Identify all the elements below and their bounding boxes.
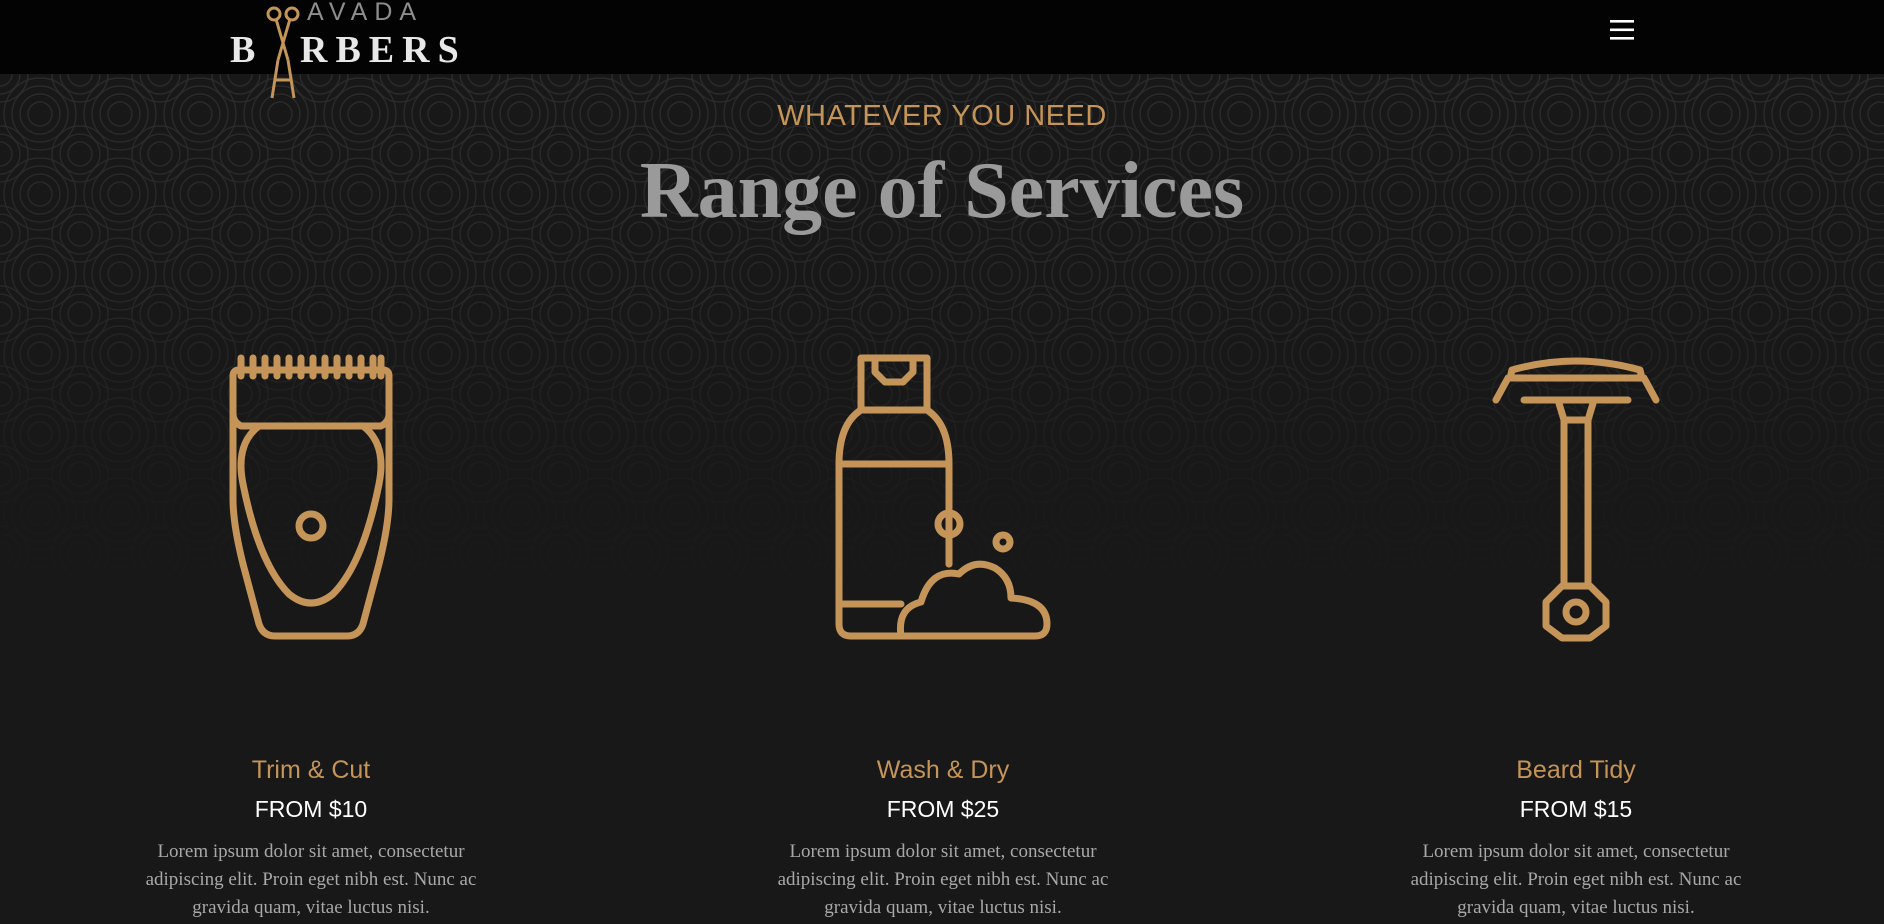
hair-clipper-icon (229, 354, 393, 640)
scissors-icon (266, 6, 300, 99)
service-card-wash-dry: Wash & Dry FROM $25 Lorem ipsum dolor si… (733, 354, 1153, 918)
logo-letter: B (230, 29, 262, 71)
logo-wordmark-bottom: B RBERS (230, 6, 459, 99)
logo-wordmark-rest: RBERS (300, 29, 467, 71)
services-section: WHATEVER YOU NEED Range of Services Trim… (0, 74, 1884, 924)
section-title: Range of Services (639, 147, 1245, 235)
service-price: FROM $10 (254, 796, 368, 822)
site-logo[interactable]: AVADA B RBERS (230, 0, 459, 99)
service-name: Trim & Cut (251, 756, 371, 784)
service-price: FROM $25 (886, 796, 1000, 822)
service-name: Wash & Dry (876, 756, 1010, 784)
service-card-beard-tidy: Beard Tidy FROM $15 Lorem ipsum dolor si… (1366, 354, 1786, 918)
section-eyebrow: WHATEVER YOU NEED (777, 100, 1107, 132)
service-price: FROM $15 (1519, 796, 1633, 822)
service-card-trim-cut: Trim & Cut FROM $10 Lorem ipsum dolor si… (101, 354, 521, 918)
safety-razor-icon (1492, 357, 1660, 642)
site-header: AVADA B RBERS (0, 0, 1884, 99)
hamburger-menu-icon[interactable] (1608, 16, 1636, 44)
service-description: Lorem ipsum dolor sit amet, consectetur … (145, 841, 477, 918)
shampoo-bottle-icon (835, 354, 1051, 640)
service-name: Beard Tidy (1516, 756, 1636, 784)
logo-wordmark-top: AVADA (307, 0, 424, 26)
service-description: Lorem ipsum dolor sit amet, consectetur … (777, 841, 1109, 918)
service-description: Lorem ipsum dolor sit amet, consectetur … (1410, 841, 1742, 918)
